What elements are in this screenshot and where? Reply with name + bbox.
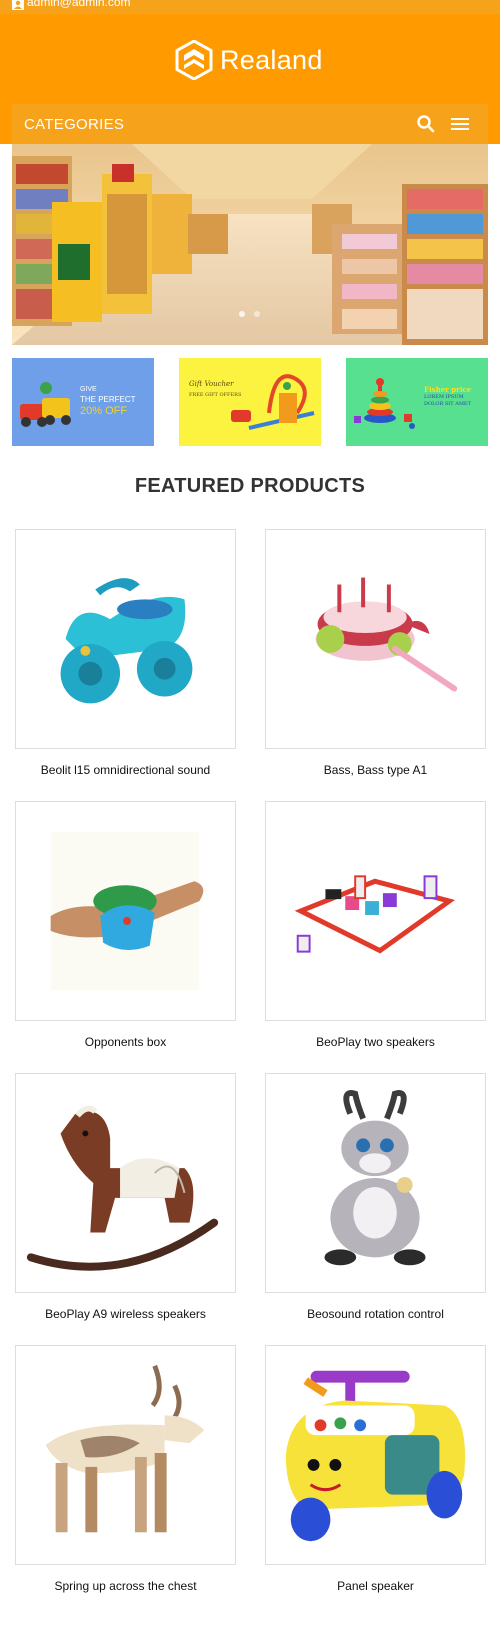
toy-track-image	[231, 374, 315, 430]
product-card[interactable]: BeoPlay two speakers	[265, 801, 486, 1049]
ride-on-bike-image	[60, 578, 193, 704]
account-email[interactable]: admin@admin.com	[27, 0, 131, 9]
brand-name: Realand	[220, 44, 323, 75]
product-card[interactable]: Beolit l15 omnidirectional sound	[15, 529, 236, 777]
site-logo[interactable]: Realand	[175, 40, 323, 80]
categories-toggle[interactable]: CATEGORIES	[24, 116, 124, 133]
product-card[interactable]: Spring up across the chest	[15, 1345, 236, 1593]
toy-cake-image	[315, 577, 458, 692]
product-card[interactable]: Bass, Bass type A1	[265, 529, 486, 777]
ride-on-car-image	[285, 1370, 466, 1542]
product-image[interactable]	[15, 1073, 236, 1293]
hero-banner[interactable]	[12, 144, 488, 345]
product-image[interactable]	[15, 529, 236, 749]
promo-2-line-1: Gift Voucher	[189, 380, 234, 388]
promo-1-line-2: THE PERFECT	[80, 395, 136, 404]
product-image[interactable]	[265, 1073, 486, 1293]
product-image[interactable]	[15, 1345, 236, 1565]
promo-2-line-2: FREE GIFT OFFERS	[189, 392, 242, 398]
site-header: admin@admin.com Realand CATEGORIES	[0, 0, 500, 144]
rocking-horse-image	[26, 1105, 219, 1271]
promo-3-line-1: Fisher price	[424, 385, 472, 394]
top-bar: admin@admin.com	[0, 0, 500, 14]
wooden-reindeer-image	[45, 1364, 205, 1533]
search-icon[interactable]	[416, 114, 436, 134]
logo-icon	[175, 40, 213, 80]
product-name[interactable]: BeoPlay A9 wireless speakers	[15, 1307, 236, 1321]
product-name[interactable]: Opponents box	[15, 1035, 236, 1049]
product-card[interactable]: BeoPlay A9 wireless speakers	[15, 1073, 236, 1321]
product-name[interactable]: Beolit l15 omnidirectional sound	[15, 763, 236, 777]
product-name[interactable]: Beosound rotation control	[265, 1307, 486, 1321]
category-bar: CATEGORIES	[12, 104, 488, 144]
product-name[interactable]: Spring up across the chest	[15, 1579, 236, 1593]
promo-banner-fisher-price[interactable]: Fisher price LOREM IPSUM DOLOR SIT AMET	[346, 358, 488, 446]
product-name[interactable]: Bass, Bass type A1	[265, 763, 486, 777]
user-icon	[12, 0, 24, 10]
seesaw-toy-image	[50, 831, 204, 991]
product-image[interactable]	[15, 801, 236, 1021]
product-name[interactable]: Panel speaker	[265, 1579, 486, 1593]
plush-reindeer-image	[324, 1090, 426, 1266]
product-card[interactable]: Opponents box	[15, 801, 236, 1049]
store-interior-image	[12, 144, 488, 345]
product-image[interactable]	[265, 801, 486, 1021]
promo-1-line-3: 20% OFF	[80, 405, 128, 417]
featured-products-title: FEATURED PRODUCTS	[134, 475, 366, 497]
product-card[interactable]: Beosound rotation control	[265, 1073, 486, 1321]
promo-banner-discount[interactable]: GIVE THE PERFECT 20% OFF	[12, 358, 154, 446]
promo-1-line-1: GIVE	[80, 386, 97, 393]
promo-banner-gift-voucher[interactable]: Gift Voucher FREE GIFT OFFERS	[179, 358, 321, 446]
game-board-toy-image	[294, 875, 456, 954]
promo-3-line-2: LOREM IPSUM DOLOR SIT AMET	[424, 394, 471, 407]
product-card[interactable]: Panel speaker	[265, 1345, 486, 1593]
hamburger-menu-icon[interactable]	[449, 115, 471, 133]
product-image[interactable]	[265, 1345, 486, 1565]
product-name[interactable]: BeoPlay two speakers	[265, 1035, 486, 1049]
product-image[interactable]	[265, 529, 486, 749]
